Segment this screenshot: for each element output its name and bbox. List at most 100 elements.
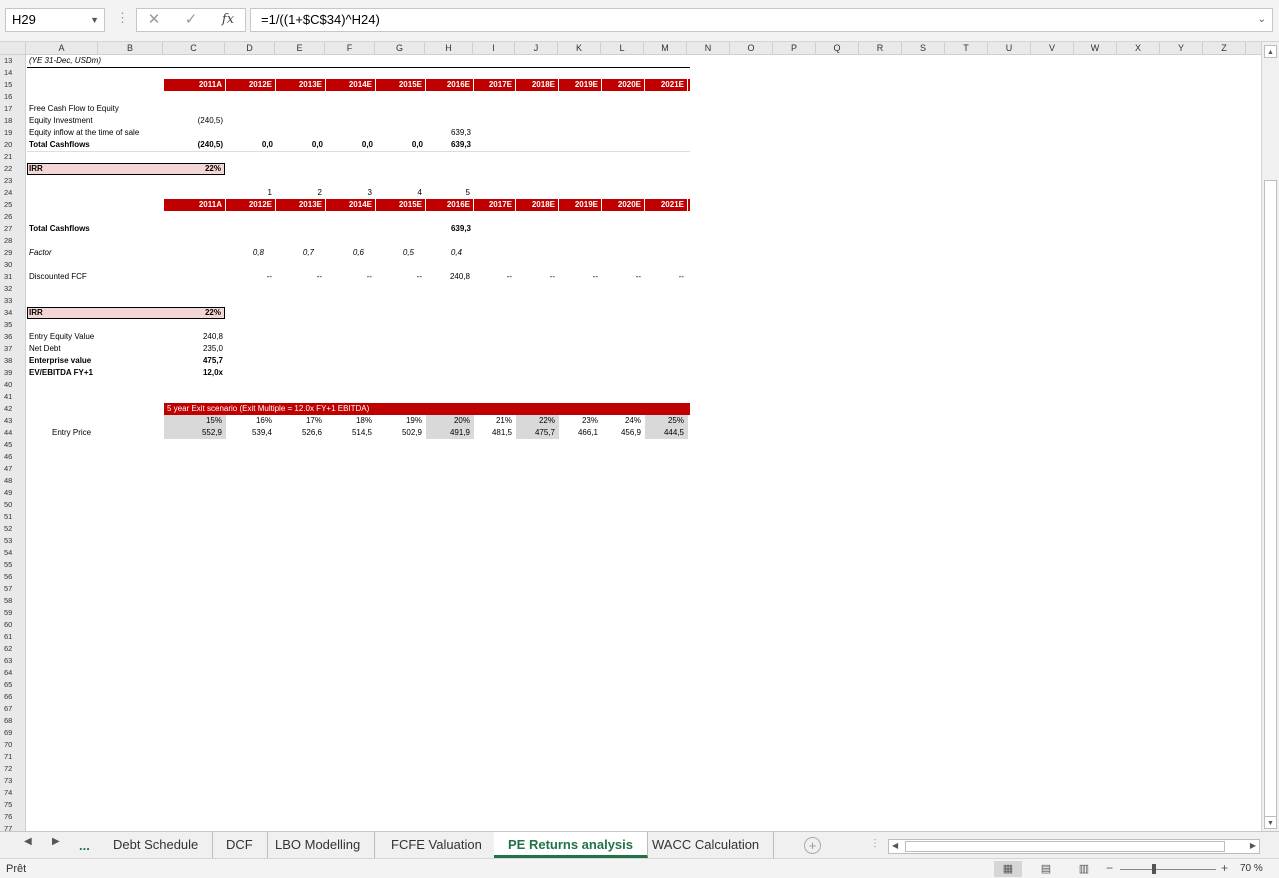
sheet-tab[interactable]: Debt Schedule: [99, 832, 214, 858]
total-cashflows-c[interactable]: (240,5): [164, 139, 226, 151]
row-header[interactable]: 69: [0, 727, 25, 739]
row-header[interactable]: 18: [0, 115, 25, 127]
column-header-z[interactable]: Z: [1203, 42, 1246, 55]
discounted-fcf-value[interactable]: --: [275, 271, 325, 283]
sheet-tab[interactable]: WACC Calculation: [638, 832, 775, 858]
enter-icon[interactable]: ✓: [175, 8, 207, 32]
formula-input[interactable]: =1/((1+$C$34)^H24) ⌄: [250, 8, 1273, 32]
year-header-cell[interactable]: 2018E: [516, 79, 559, 91]
exit-irr-value[interactable]: 17%: [275, 415, 325, 427]
period-number[interactable]: 2: [275, 187, 325, 199]
year-header-cell[interactable]: 2017E: [474, 199, 516, 211]
period-number[interactable]: 4: [375, 187, 425, 199]
total-cashflows-h-2[interactable]: 639,3: [424, 223, 474, 235]
column-header-w[interactable]: W: [1074, 42, 1117, 55]
row-header[interactable]: 37: [0, 343, 25, 355]
scroll-right-icon[interactable]: ▶: [1250, 841, 1256, 850]
column-header-n[interactable]: N: [687, 42, 730, 55]
discounted-fcf-value[interactable]: --: [601, 271, 644, 283]
worksheet-grid[interactable]: (YE 31-Dec, USDm) 2011A 2012E 2013E 2014E 20…: [27, 55, 1261, 831]
column-header-o[interactable]: O: [730, 42, 773, 55]
zoom-out-icon[interactable]: −: [1106, 861, 1113, 875]
year-header-cell[interactable]: 2011A: [164, 199, 226, 211]
row-header[interactable]: 53: [0, 535, 25, 547]
row-header[interactable]: 43: [0, 415, 25, 427]
row-header[interactable]: 47: [0, 463, 25, 475]
row-header[interactable]: 77: [0, 823, 25, 831]
horizontal-scroll-thumb[interactable]: [905, 841, 1225, 852]
normal-view-icon[interactable]: ▦: [994, 861, 1022, 877]
row-header[interactable]: 64: [0, 667, 25, 679]
row-header[interactable]: 23: [0, 175, 25, 187]
chevron-down-icon[interactable]: ▼: [90, 9, 99, 31]
zoom-in-icon[interactable]: +: [1221, 861, 1228, 875]
column-header-y[interactable]: Y: [1160, 42, 1203, 55]
more-tabs-ellipsis[interactable]: ...: [79, 838, 90, 853]
total-cashflows-f[interactable]: 0,0: [326, 139, 376, 151]
factor-value[interactable]: 0,5: [375, 247, 417, 259]
row-header[interactable]: 51: [0, 511, 25, 523]
column-header-g[interactable]: G: [375, 42, 425, 55]
row-header[interactable]: 58: [0, 595, 25, 607]
year-header-cell[interactable]: 2021E: [645, 79, 688, 91]
exit-irr-value[interactable]: 23%: [558, 415, 601, 427]
equity-investment-c[interactable]: (240,5): [164, 115, 226, 127]
row-header[interactable]: 52: [0, 523, 25, 535]
page-break-icon[interactable]: ▥: [1070, 861, 1098, 877]
discounted-fcf-value[interactable]: 240,8: [425, 271, 473, 283]
name-box[interactable]: H29 ▼: [5, 8, 105, 32]
row-header[interactable]: 26: [0, 211, 25, 223]
year-header-cell[interactable]: 2020E: [602, 79, 645, 91]
row-header[interactable]: 48: [0, 475, 25, 487]
year-header-cell[interactable]: 2012E: [226, 199, 276, 211]
column-header-m[interactable]: M: [644, 42, 687, 55]
year-header-cell[interactable]: 2016E: [426, 199, 474, 211]
entry-price-value[interactable]: 502,9: [375, 427, 425, 439]
row-header[interactable]: 59: [0, 607, 25, 619]
page-layout-icon[interactable]: ▤: [1032, 861, 1060, 877]
row-header[interactable]: 46: [0, 451, 25, 463]
row-header[interactable]: 31: [0, 271, 25, 283]
exit-irr-value[interactable]: 16%: [225, 415, 275, 427]
discounted-fcf-value[interactable]: --: [375, 271, 425, 283]
factor-value[interactable]: 0,7: [275, 247, 317, 259]
discounted-fcf-value[interactable]: --: [644, 271, 687, 283]
scroll-up-icon[interactable]: ▲: [1264, 45, 1277, 58]
period-number[interactable]: 1: [225, 187, 275, 199]
entry-price-value[interactable]: 539,4: [225, 427, 275, 439]
row-header[interactable]: 62: [0, 643, 25, 655]
entry-price-value[interactable]: 444,5: [644, 427, 687, 439]
year-header-cell[interactable]: 2014E: [326, 79, 376, 91]
entry-price-value[interactable]: 456,9: [601, 427, 644, 439]
select-all-corner[interactable]: [0, 42, 26, 55]
factor-value[interactable]: 0,6: [325, 247, 367, 259]
year-header-cell[interactable]: 2019E: [559, 79, 602, 91]
year-header-cell[interactable]: 2013E: [276, 79, 326, 91]
row-header[interactable]: 33: [0, 295, 25, 307]
exit-irr-value[interactable]: 24%: [601, 415, 644, 427]
scroll-down-icon[interactable]: ▼: [1264, 816, 1277, 829]
row-header[interactable]: 21: [0, 151, 25, 163]
row-header[interactable]: 75: [0, 799, 25, 811]
row-header[interactable]: 74: [0, 787, 25, 799]
row-header[interactable]: 32: [0, 283, 25, 295]
zoom-slider[interactable]: [1120, 869, 1216, 870]
row-header[interactable]: 22: [0, 163, 25, 175]
row-header[interactable]: 27: [0, 223, 25, 235]
row-header[interactable]: 42: [0, 403, 25, 415]
zoom-slider-thumb[interactable]: [1152, 864, 1156, 874]
row-header[interactable]: 65: [0, 679, 25, 691]
year-header-cell[interactable]: 2011A: [164, 79, 226, 91]
exit-irr-value[interactable]: 19%: [375, 415, 425, 427]
column-header-r[interactable]: R: [859, 42, 902, 55]
row-header[interactable]: 50: [0, 499, 25, 511]
column-header-i[interactable]: I: [473, 42, 515, 55]
discounted-fcf-value[interactable]: --: [558, 271, 601, 283]
row-header[interactable]: 55: [0, 559, 25, 571]
row-header[interactable]: 63: [0, 655, 25, 667]
row-header[interactable]: 19: [0, 127, 25, 139]
zoom-level[interactable]: 70 %: [1240, 863, 1263, 874]
discounted-fcf-value[interactable]: --: [325, 271, 375, 283]
year-header-cell[interactable]: 2019E: [559, 199, 602, 211]
equity-inflow-h[interactable]: 639,3: [424, 127, 474, 139]
